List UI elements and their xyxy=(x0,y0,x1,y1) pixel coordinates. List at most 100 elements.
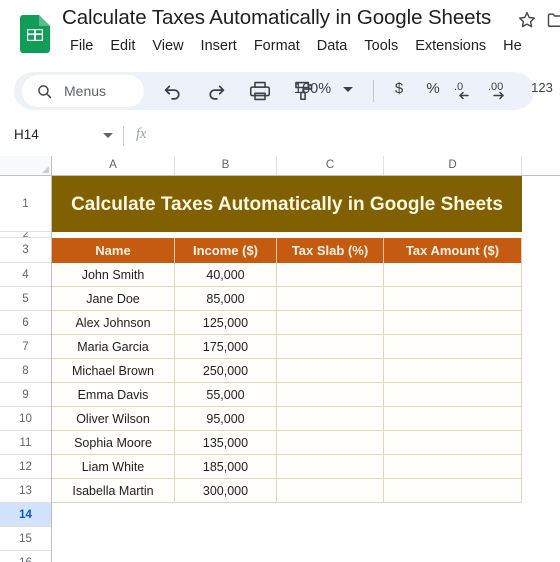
cell-overflow[interactable] xyxy=(522,455,560,479)
cell-tax-amount[interactable] xyxy=(384,359,522,383)
row-header-15[interactable]: 15 xyxy=(0,527,51,551)
cell-a15[interactable] xyxy=(52,527,560,551)
cell-income[interactable]: 300,000 xyxy=(175,479,277,503)
decrease-decimal-button[interactable]: .0 xyxy=(452,79,478,103)
menu-item-data[interactable]: Data xyxy=(317,34,348,58)
row-header-11[interactable]: 11 xyxy=(0,431,51,455)
cell-tax-slab[interactable] xyxy=(277,455,384,479)
menu-item-view[interactable]: View xyxy=(152,34,183,58)
cell-income[interactable]: 185,000 xyxy=(175,455,277,479)
column-header-b[interactable]: B xyxy=(175,156,277,175)
cell-income[interactable]: 135,000 xyxy=(175,431,277,455)
row-header-14[interactable]: 14 xyxy=(0,503,51,527)
cell-tax-amount[interactable] xyxy=(384,383,522,407)
cell-tax-slab[interactable] xyxy=(277,407,384,431)
row-header-4[interactable]: 4 xyxy=(0,263,51,287)
cell-income[interactable]: 40,000 xyxy=(175,263,277,287)
cell-income[interactable]: 95,000 xyxy=(175,407,277,431)
menu-item-tools[interactable]: Tools xyxy=(364,34,398,58)
cell-overflow[interactable] xyxy=(522,359,560,383)
column-header-e[interactable] xyxy=(522,156,560,175)
redo-icon[interactable] xyxy=(205,80,227,102)
row-header-12[interactable]: 12 xyxy=(0,455,51,479)
row-header-6[interactable]: 6 xyxy=(0,311,51,335)
star-icon[interactable] xyxy=(517,10,537,30)
cell-a16[interactable] xyxy=(52,551,560,562)
column-header-c[interactable]: C xyxy=(277,156,384,175)
cell-tax-amount[interactable] xyxy=(384,311,522,335)
cell-overflow[interactable] xyxy=(522,311,560,335)
cell-income[interactable]: 85,000 xyxy=(175,287,277,311)
table-header-income[interactable]: Income ($) xyxy=(175,238,277,263)
column-header-a[interactable]: A xyxy=(52,156,175,175)
cell-e3[interactable] xyxy=(522,238,560,263)
cell-name[interactable]: Jane Doe xyxy=(52,287,175,311)
cell-name[interactable]: John Smith xyxy=(52,263,175,287)
cell-tax-slab[interactable] xyxy=(277,311,384,335)
cell-name[interactable]: Michael Brown xyxy=(52,359,175,383)
cell-name[interactable]: Alex Johnson xyxy=(52,311,175,335)
cell-income[interactable]: 175,000 xyxy=(175,335,277,359)
cell-tax-amount[interactable] xyxy=(384,263,522,287)
row-header-5[interactable]: 5 xyxy=(0,287,51,311)
row-header-7[interactable]: 7 xyxy=(0,335,51,359)
cell-overflow[interactable] xyxy=(522,479,560,503)
cell-tax-amount[interactable] xyxy=(384,287,522,311)
cell-overflow[interactable] xyxy=(522,383,560,407)
document-title[interactable]: Calculate Taxes Automatically in Google … xyxy=(62,6,491,30)
cell-tax-slab[interactable] xyxy=(277,479,384,503)
cell-income[interactable]: 250,000 xyxy=(175,359,277,383)
cell-overflow[interactable] xyxy=(522,263,560,287)
cell-tax-amount[interactable] xyxy=(384,479,522,503)
cell-name[interactable]: Isabella Martin xyxy=(52,479,175,503)
row-header-16[interactable]: 16 xyxy=(0,551,51,562)
column-header-d[interactable]: D xyxy=(384,156,522,175)
menu-item-extensions[interactable]: Extensions xyxy=(415,34,486,58)
cell-tax-slab[interactable] xyxy=(277,263,384,287)
row-header-9[interactable]: 9 xyxy=(0,383,51,407)
table-header-name[interactable]: Name xyxy=(52,238,175,263)
cell-tax-slab[interactable] xyxy=(277,359,384,383)
cell-tax-amount[interactable] xyxy=(384,431,522,455)
menu-item-file[interactable]: File xyxy=(70,34,93,58)
cell-name[interactable]: Maria Garcia xyxy=(52,335,175,359)
cell-tax-slab[interactable] xyxy=(277,287,384,311)
cell-income[interactable]: 125,000 xyxy=(175,311,277,335)
formula-input[interactable] xyxy=(160,126,540,146)
cell-name[interactable]: Oliver Wilson xyxy=(52,407,175,431)
search-menus-input[interactable]: Menus xyxy=(22,75,144,107)
cell-name[interactable]: Sophia Moore xyxy=(52,431,175,455)
move-to-folder-icon[interactable] xyxy=(546,10,560,30)
cell-e1[interactable] xyxy=(522,176,560,232)
menu-item-format[interactable]: Format xyxy=(254,34,300,58)
row-header-1[interactable]: 1 xyxy=(0,176,51,232)
table-header-tax-slab[interactable]: Tax Slab (%) xyxy=(277,238,384,263)
menu-item-insert[interactable]: Insert xyxy=(201,34,237,58)
cell-tax-slab[interactable] xyxy=(277,383,384,407)
percent-format-button[interactable]: % xyxy=(424,80,442,97)
row-header-8[interactable]: 8 xyxy=(0,359,51,383)
row-header-3[interactable]: 3 xyxy=(0,238,51,263)
menu-item-edit[interactable]: Edit xyxy=(110,34,135,58)
row-header-13[interactable]: 13 xyxy=(0,479,51,503)
number-format-button[interactable]: 123 xyxy=(528,80,556,95)
cell-overflow[interactable] xyxy=(522,431,560,455)
currency-format-button[interactable]: $ xyxy=(390,80,408,97)
cell-overflow[interactable] xyxy=(522,407,560,431)
menu-item-help[interactable]: He xyxy=(503,34,522,58)
cell-tax-amount[interactable] xyxy=(384,407,522,431)
cell-overflow[interactable] xyxy=(522,335,560,359)
cell-name[interactable]: Liam White xyxy=(52,455,175,479)
name-box[interactable]: H14 xyxy=(14,127,114,142)
cell-name[interactable]: Emma Davis xyxy=(52,383,175,407)
cell-income[interactable]: 55,000 xyxy=(175,383,277,407)
undo-icon[interactable] xyxy=(162,80,184,102)
sheet-title-cell[interactable]: Calculate Taxes Automatically in Google … xyxy=(52,176,522,232)
cell-a14[interactable] xyxy=(52,503,560,527)
select-all-corner[interactable] xyxy=(0,156,52,176)
print-icon[interactable] xyxy=(249,80,271,102)
cell-tax-slab[interactable] xyxy=(277,335,384,359)
cell-tax-amount[interactable] xyxy=(384,335,522,359)
cell-tax-amount[interactable] xyxy=(384,455,522,479)
zoom-level-selector[interactable]: 100% xyxy=(294,81,354,97)
